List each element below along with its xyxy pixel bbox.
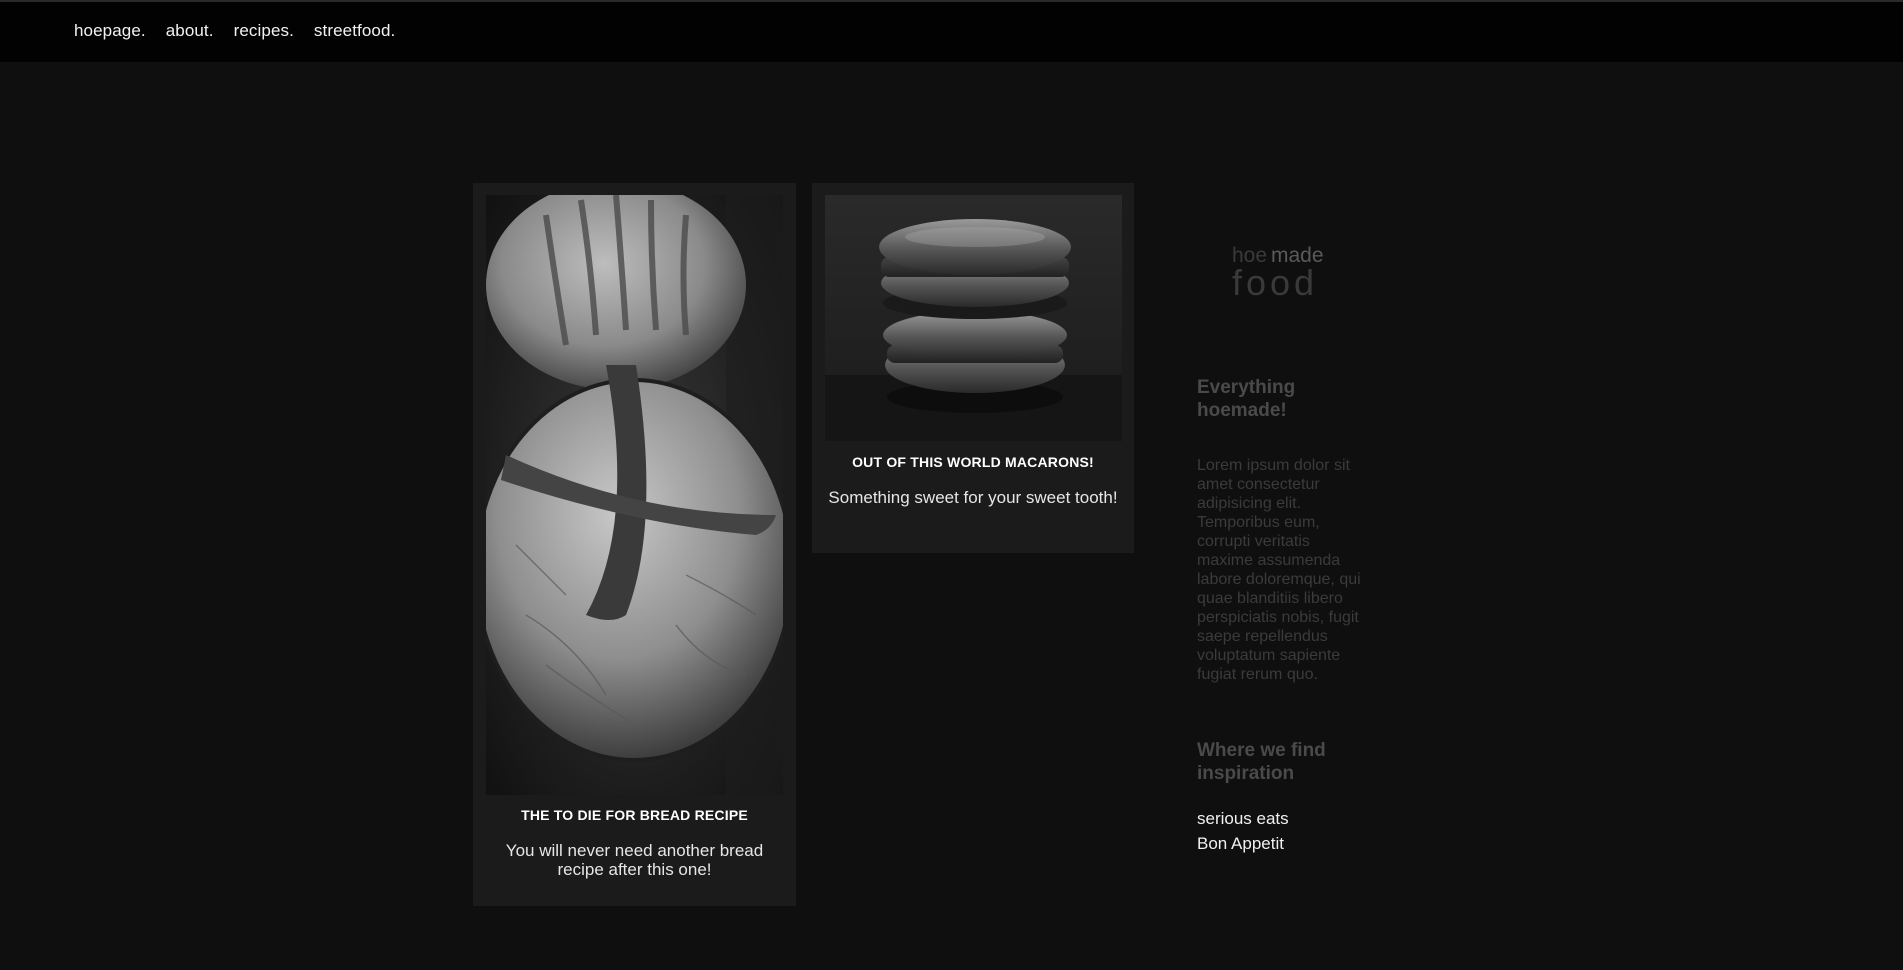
site-logo[interactable]: hoe made food <box>1230 240 1334 303</box>
nav-link-streetfood[interactable]: streetfood. <box>314 21 395 41</box>
inspiration-links: serious eats Bon Appetit <box>1197 806 1289 856</box>
bread-photo <box>486 195 783 795</box>
macaron-photo <box>825 195 1122 441</box>
top-navigation-bar: hoepage. about. recipes. streetfood. <box>0 0 1903 62</box>
link-bon-appetit[interactable]: Bon Appetit <box>1197 831 1289 856</box>
link-serious-eats[interactable]: serious eats <box>1197 806 1289 831</box>
sidebar-paragraph: Lorem ipsum dolor sit amet consectetur a… <box>1197 457 1361 683</box>
macaron-image <box>825 195 1122 441</box>
card-description: You will never need another bread recipe… <box>505 841 764 879</box>
main-nav: hoepage. about. recipes. streetfood. <box>74 21 395 41</box>
nav-link-about[interactable]: about. <box>166 21 214 41</box>
nav-link-recipes[interactable]: recipes. <box>234 21 294 41</box>
logo-image: hoe made food <box>1232 244 1324 303</box>
card-title[interactable]: OUT OF THIS WORLD MACARONS! <box>812 454 1134 470</box>
recipe-card-bread[interactable]: THE TO DIE FOR BREAD RECIPE You will nev… <box>473 183 796 906</box>
nav-link-homepage[interactable]: hoepage. <box>74 21 146 41</box>
card-description: Something sweet for your sweet tooth! <box>828 488 1118 507</box>
card-title[interactable]: THE TO DIE FOR BREAD RECIPE <box>473 807 796 823</box>
recipe-card-macarons[interactable]: OUT OF THIS WORLD MACARONS! Something sw… <box>812 183 1134 553</box>
svg-text:food: food <box>1232 262 1318 300</box>
sidebar-heading-inspiration: Where we find inspiration <box>1197 740 1326 784</box>
bread-image <box>486 195 783 795</box>
sidebar-heading-about: Everything hoemade! <box>1197 377 1296 421</box>
